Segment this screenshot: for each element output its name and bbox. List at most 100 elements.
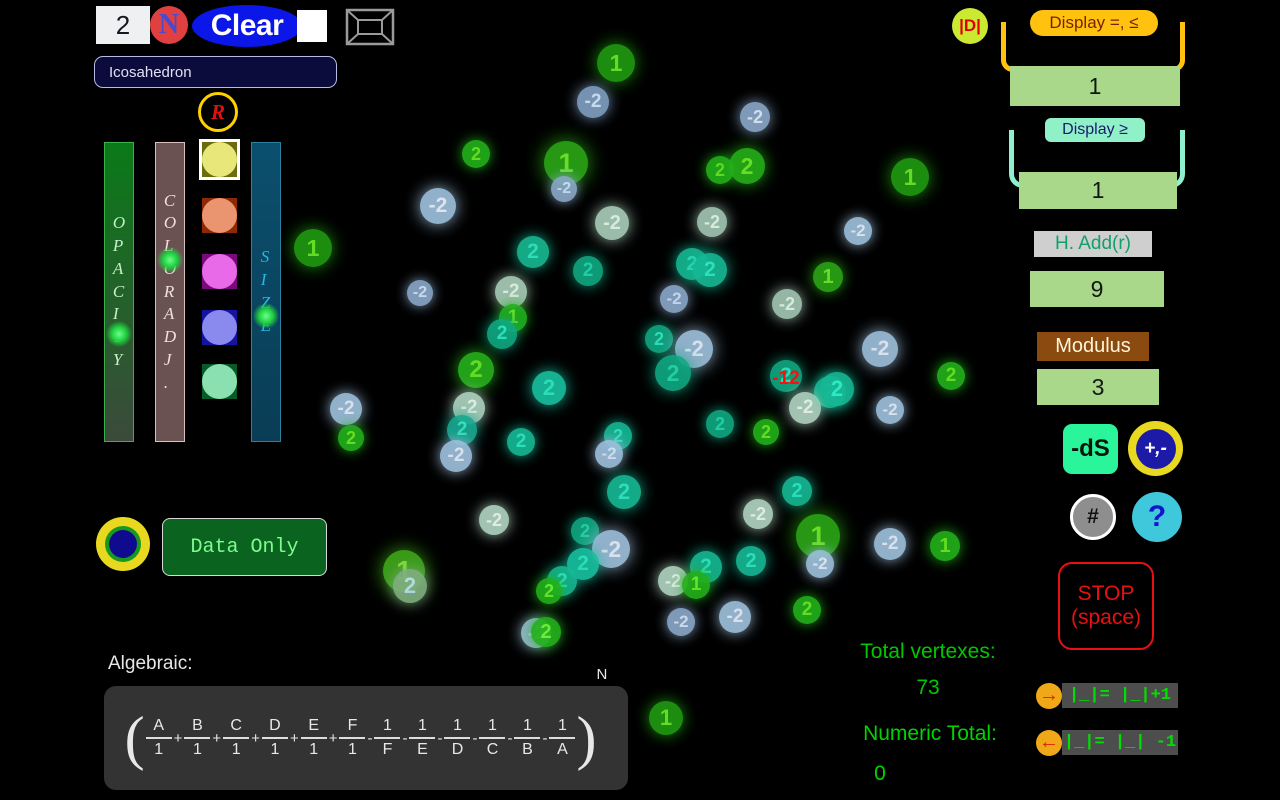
vertex-node[interactable]: 2	[729, 148, 765, 184]
vertex-node[interactable]: -2	[844, 217, 872, 245]
fraction-bar	[514, 737, 541, 739]
vertex-node[interactable]: 2	[645, 325, 673, 353]
vertex-label[interactable]: -12	[772, 368, 799, 390]
vertex-node[interactable]: 1	[682, 571, 710, 599]
vertex-node[interactable]: 2	[507, 428, 535, 456]
slider-letter: D	[163, 327, 177, 347]
harmonic-add-value[interactable]: 9	[1030, 271, 1164, 307]
algebraic-term: 1D	[444, 717, 471, 759]
opacity-slider-knob[interactable]	[106, 321, 132, 347]
data-only-indicator[interactable]	[96, 517, 150, 571]
vertex-node[interactable]: 2	[820, 372, 854, 406]
swatch-yellow[interactable]	[199, 139, 240, 180]
vertex-node[interactable]: 1	[597, 44, 635, 82]
swatch-salmon[interactable]	[202, 198, 237, 233]
color-adj-slider[interactable]: COLORADJ.	[155, 142, 185, 442]
swatch-magenta[interactable]	[202, 254, 237, 289]
determinant-button[interactable]: |D|	[952, 8, 988, 44]
vertex-node[interactable]: -2	[743, 499, 773, 529]
slider-letter: I	[260, 270, 267, 290]
vertex-node[interactable]: 2	[693, 253, 727, 287]
vertex-node[interactable]: 2	[338, 425, 364, 451]
swatch-periwinkle[interactable]	[202, 310, 237, 345]
algebraic-operator: +	[212, 730, 222, 747]
display-ge-value[interactable]: 1	[1019, 172, 1177, 209]
swatch-dot	[202, 142, 237, 177]
decrement-row[interactable]: ← |_|= |_| -1	[1036, 729, 1178, 756]
opacity-slider-label: OPACITY	[113, 212, 125, 371]
algebraic-operator: -	[507, 730, 513, 747]
minus-ds-button[interactable]: -dS	[1063, 424, 1118, 474]
clear-button[interactable]: Clear	[192, 5, 302, 47]
vertex-node[interactable]: 2	[458, 352, 494, 388]
vertex-node[interactable]: 1	[813, 262, 843, 292]
rotate-button[interactable]: R	[198, 92, 238, 132]
fraction-bar	[261, 737, 288, 739]
power-value-box[interactable]: 2	[96, 6, 150, 44]
vertex-node[interactable]: 2	[937, 362, 965, 390]
vertex-node[interactable]: -2	[595, 206, 629, 240]
vertex-node[interactable]: 2	[462, 140, 490, 168]
help-button[interactable]: ?	[1132, 492, 1182, 542]
vertex-node[interactable]: 1	[930, 531, 960, 561]
vertex-node[interactable]: -2	[862, 331, 898, 367]
opacity-slider[interactable]: OPACITY	[104, 142, 134, 442]
vertex-node[interactable]: 2	[536, 578, 562, 604]
vertex-node[interactable]: -2	[719, 601, 751, 633]
stop-button[interactable]: STOP (space)	[1058, 562, 1154, 650]
term-numerator: B	[192, 716, 203, 734]
vertex-node[interactable]: 2	[517, 236, 549, 268]
swatch-dot	[202, 254, 237, 289]
vertex-node[interactable]: 2	[782, 476, 812, 506]
vertex-node[interactable]: 2	[531, 617, 561, 647]
vertex-node[interactable]: -2	[697, 207, 727, 237]
vertex-node[interactable]: 2	[655, 355, 691, 391]
vertex-node[interactable]: 2	[753, 419, 779, 445]
term-numerator: 1	[383, 716, 392, 734]
vertex-node[interactable]: -2	[577, 86, 609, 118]
vertex-node[interactable]: 2	[393, 569, 427, 603]
vertex-node[interactable]: -2	[740, 102, 770, 132]
vertex-node[interactable]: 2	[573, 256, 603, 286]
term-denominator: 1	[348, 740, 357, 758]
plus-minus-label: +,-	[1135, 428, 1176, 469]
vertex-node[interactable]: -2	[551, 176, 577, 202]
vertex-node[interactable]: 2	[706, 410, 734, 438]
plus-minus-button[interactable]: +,-	[1128, 421, 1183, 476]
vertex-node[interactable]: 1	[294, 229, 332, 267]
vertex-node[interactable]: 1	[649, 701, 683, 735]
vertex-node[interactable]: 2	[607, 475, 641, 509]
modulus-value[interactable]: 3	[1037, 369, 1159, 405]
vertex-node[interactable]: -2	[876, 396, 904, 424]
vertex-node[interactable]: -2	[420, 188, 456, 224]
vertex-node[interactable]: 1	[891, 158, 929, 196]
vertex-node[interactable]: -2	[479, 505, 509, 535]
vertex-scatter-plot[interactable]: 1 -2 -2 2 1 2 2 1 -2 -2 -2 -2 -2 1 2 2 2 2 -2 -2 1 2 -2 1 -2 2 -2-…	[294, 36, 980, 736]
vertex-node[interactable]: 2	[487, 319, 517, 349]
slider-letter: .	[163, 372, 169, 392]
color-adj-slider-knob[interactable]	[157, 247, 183, 273]
vertex-node[interactable]: -2	[772, 289, 802, 319]
hash-button[interactable]: #	[1070, 494, 1116, 540]
display-le-value[interactable]: 1	[1010, 66, 1180, 106]
swatch-mint[interactable]	[202, 364, 237, 399]
vertex-node[interactable]: 2	[736, 546, 766, 576]
vertex-node[interactable]: -2	[789, 392, 821, 424]
vertex-node[interactable]: -2	[440, 440, 472, 472]
algebraic-term: 1C	[479, 717, 506, 759]
vertex-node[interactable]: -2	[330, 393, 362, 425]
total-vertexes-label: Total vertexes:	[860, 640, 996, 663]
vertex-node[interactable]: -2	[667, 608, 695, 636]
size-slider[interactable]: SIZE	[251, 142, 281, 442]
vertex-node[interactable]: -2	[660, 285, 688, 313]
vertex-node[interactable]: -2	[874, 528, 906, 560]
vertex-node[interactable]: 2	[532, 371, 566, 405]
n-toggle-button[interactable]: N	[150, 6, 188, 44]
size-slider-knob[interactable]	[253, 303, 279, 329]
vertex-node[interactable]: -2	[806, 550, 834, 578]
vertex-node[interactable]: -2	[407, 280, 433, 306]
vertex-node[interactable]: -2	[595, 440, 623, 468]
algebraic-expression[interactable]: (A 1 + B 1 + C 1 + D 1 + E 1 + F 1-1 F -1 E -1 D -1 C -1 B -1 A) N	[104, 666, 628, 790]
vertex-node[interactable]: 2	[793, 596, 821, 624]
increment-row[interactable]: → |_|= |_|+1	[1036, 682, 1178, 709]
